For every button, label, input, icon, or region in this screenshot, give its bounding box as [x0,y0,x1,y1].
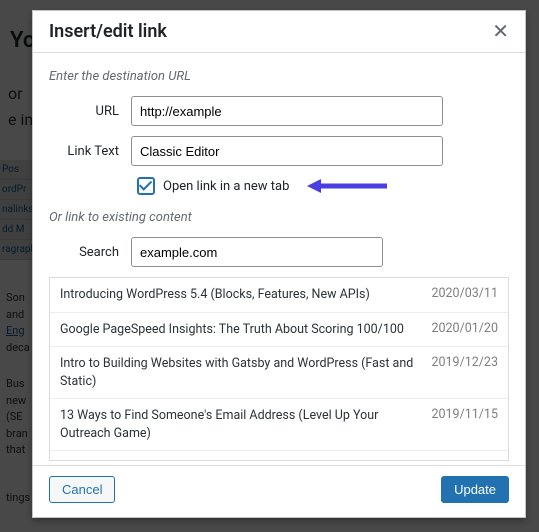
section-heading-existing: Or link to existing content [49,210,509,225]
annotation-arrow-icon [307,176,387,196]
update-button[interactable]: Update [441,476,509,503]
url-label: URL [49,104,131,119]
result-date: 2019/12/23 [431,355,498,390]
search-result-item[interactable]: Introducing WordPress 5.4 (Blocks, Featu… [50,278,508,313]
insert-link-modal: Insert/edit link ✕ Enter the destination… [32,10,526,518]
close-icon: ✕ [492,21,509,43]
search-result-item[interactable]: What's New in WordPress 5.3 (New Blocks,… [50,451,508,461]
search-result-item[interactable]: Intro to Building Websites with Gatsby a… [50,347,508,399]
search-label: Search [49,245,131,260]
modal-title: Insert/edit link [49,21,167,42]
new-tab-row: Open link in a new tab [49,176,509,196]
link-text-label: Link Text [49,144,131,159]
search-result-item[interactable]: 13 Ways to Find Someone's Email Address … [50,399,508,451]
result-title: 13 Ways to Find Someone's Email Address … [60,407,421,442]
result-date: 2020/01/20 [431,321,498,339]
modal-header: Insert/edit link ✕ [33,11,525,53]
result-title: Intro to Building Websites with Gatsby a… [60,355,421,390]
result-date: 2020/03/11 [431,286,498,304]
modal-body: Enter the destination URL URL Link Text … [33,53,525,465]
result-title: What's New in WordPress 5.3 (New Blocks,… [60,459,421,461]
result-date: 2019/10/16 [431,459,498,461]
link-text-input[interactable] [131,136,443,166]
result-date: 2019/11/15 [431,407,498,442]
modal-footer: Cancel Update [33,465,525,517]
new-tab-checkbox[interactable] [137,177,155,195]
search-row: Search [49,237,509,267]
cancel-button[interactable]: Cancel [49,476,115,503]
close-button[interactable]: ✕ [490,22,511,42]
result-title: Introducing WordPress 5.4 (Blocks, Featu… [60,286,370,304]
url-row: URL [49,96,509,126]
result-title: Google PageSpeed Insights: The Truth Abo… [60,321,404,339]
search-input[interactable] [131,237,383,267]
search-results-list: Introducing WordPress 5.4 (Blocks, Featu… [49,277,509,461]
link-text-row: Link Text [49,136,509,166]
search-result-item[interactable]: Google PageSpeed Insights: The Truth Abo… [50,313,508,348]
new-tab-label: Open link in a new tab [163,179,289,194]
section-heading-destination: Enter the destination URL [49,69,509,84]
url-input[interactable] [131,96,443,126]
